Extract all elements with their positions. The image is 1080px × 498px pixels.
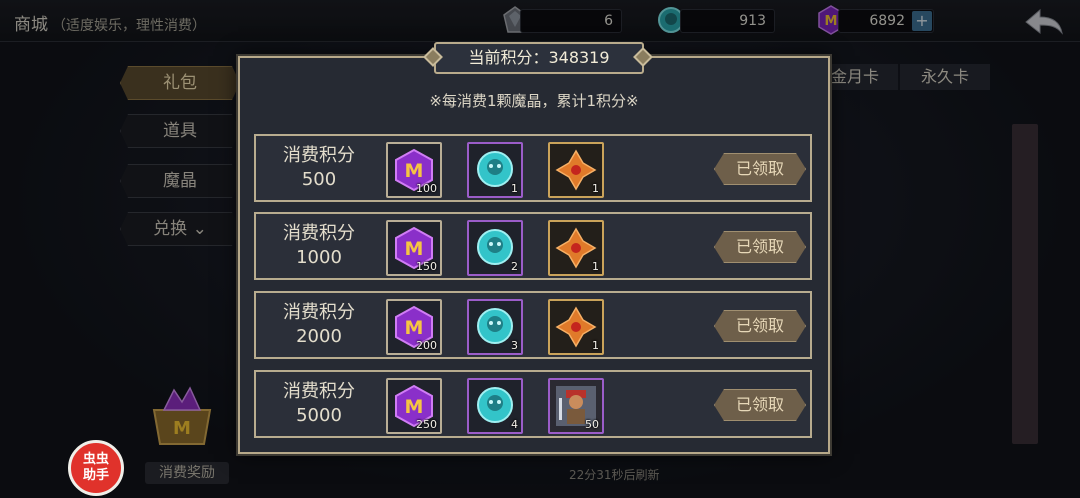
tier-points: 2000: [296, 326, 342, 347]
reward-slot-coin[interactable]: 2: [467, 220, 523, 276]
reward-slot-gem[interactable]: M 100: [386, 142, 442, 198]
helper-assistant-button[interactable]: 虫虫 助手: [68, 440, 124, 496]
reward-quantity: 100: [416, 182, 437, 195]
tier-points: 1000: [296, 247, 342, 268]
reward-tier-row: 消费积分 2000 M 200 3 1 已领取: [254, 291, 812, 359]
reward-quantity: 1: [592, 260, 599, 273]
claimed-button[interactable]: 已领取: [714, 231, 806, 263]
reward-quantity: 2: [511, 260, 518, 273]
claimed-button[interactable]: 已领取: [714, 389, 806, 421]
reward-slot-coin[interactable]: 3: [467, 299, 523, 355]
tier-label-text: 消费积分: [283, 223, 355, 244]
reward-slot-coin[interactable]: 1: [467, 142, 523, 198]
reward-slot-relic[interactable]: 1: [548, 299, 604, 355]
claimed-button[interactable]: 已领取: [714, 153, 806, 185]
tier-label-text: 消费积分: [283, 145, 355, 166]
tier-points: 500: [301, 169, 337, 190]
reward-tier-row: 消费积分 500 M 100 1 1 已领取: [254, 134, 812, 202]
reward-slot-gem[interactable]: M 200: [386, 299, 442, 355]
claimed-button[interactable]: 已领取: [714, 310, 806, 342]
svg-text:M: M: [405, 317, 424, 339]
reward-quantity: 250: [416, 418, 437, 431]
reward-slot-gem[interactable]: M 150: [386, 220, 442, 276]
reward-quantity: 1: [592, 339, 599, 352]
reward-slot-relic[interactable]: 1: [548, 220, 604, 276]
tier-label-text: 消费积分: [283, 381, 355, 402]
tier-threshold: 消费积分 500: [256, 144, 382, 192]
reward-quantity: 200: [416, 339, 437, 352]
reward-quantity: 50: [585, 418, 599, 431]
reward-slot-relic[interactable]: 1: [548, 142, 604, 198]
reward-quantity: 1: [511, 182, 518, 195]
svg-text:M: M: [405, 238, 424, 260]
tier-threshold: 消费积分 1000: [256, 222, 382, 270]
reward-quantity: 150: [416, 260, 437, 273]
reward-slot-gem[interactable]: M 250: [386, 378, 442, 434]
reward-quantity: 4: [511, 418, 518, 431]
tier-points: 5000: [296, 405, 342, 426]
svg-text:M: M: [405, 396, 424, 418]
tier-label-text: 消费积分: [283, 302, 355, 323]
svg-text:M: M: [405, 160, 424, 182]
tier-threshold: 消费积分 5000: [256, 380, 382, 428]
reward-slot-hero[interactable]: 50: [548, 378, 604, 434]
points-rule-note: ※每消费1颗魔晶，累计1积分※: [429, 92, 639, 110]
reward-slot-coin[interactable]: 4: [467, 378, 523, 434]
reward-quantity: 3: [511, 339, 518, 352]
tier-threshold: 消费积分 2000: [256, 301, 382, 349]
reward-tier-row: 消费积分 5000 M 250 4 50 已领取: [254, 370, 812, 438]
reward-tier-row: 消费积分 1000 M 150 2 1 已领取: [254, 212, 812, 280]
reward-quantity: 1: [592, 182, 599, 195]
current-points-banner: 当前积分：348319: [434, 42, 644, 74]
helper-label: 虫虫 助手: [82, 452, 109, 483]
